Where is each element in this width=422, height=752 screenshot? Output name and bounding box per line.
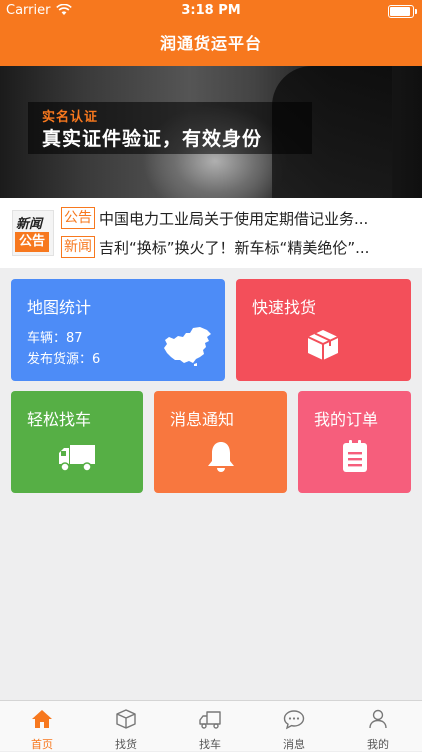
box-icon xyxy=(116,709,136,729)
banner-carousel[interactable]: 实名认证 真实证件验证，有效身份 xyxy=(0,66,422,198)
navigation-bar: 润通货运平台 xyxy=(0,22,422,66)
truck-icon xyxy=(199,711,221,729)
news-logo-line2: 公告 xyxy=(15,232,49,252)
tab-find-vehicle[interactable]: 找车 xyxy=(168,701,252,751)
truck-icon xyxy=(59,445,95,472)
tab-mine[interactable]: 我的 xyxy=(336,701,420,751)
map-statistics-tile[interactable]: 地图统计 车辆：87 发布货源：6 xyxy=(11,279,225,381)
bell-icon xyxy=(208,442,234,472)
news-tag: 新闻 xyxy=(61,236,95,258)
banner-big-text: 真实证件验证，有效身份 xyxy=(42,128,263,150)
goods-count: 发布货源：6 xyxy=(27,352,101,367)
message-notice-tile[interactable]: 消息通知 xyxy=(154,391,287,493)
news-tag: 公告 xyxy=(61,207,95,229)
find-vehicle-tile[interactable]: 轻松找车 xyxy=(11,391,143,493)
china-map-icon xyxy=(164,327,211,366)
banner-small-text: 实名认证 xyxy=(42,110,99,125)
status-bar: Carrier 3:18 PM xyxy=(0,0,422,22)
home-icon xyxy=(32,710,52,728)
box-icon xyxy=(307,330,339,360)
news-headline: 吉利“换标”换火了！新车标“精美绝伦”... xyxy=(99,238,370,257)
news-logo: 新闻 公告 xyxy=(12,210,54,256)
battery-icon xyxy=(388,5,417,18)
news-logo-line1: 新闻 xyxy=(16,217,43,232)
my-orders-title: 我的订单 xyxy=(314,410,379,429)
page-title: 润通货运平台 xyxy=(159,34,262,53)
status-time: 3:18 PM xyxy=(181,3,241,18)
tab-messages[interactable]: 消息 xyxy=(252,701,336,751)
clipboard-icon xyxy=(343,440,367,472)
tab-home[interactable]: 首页 xyxy=(0,701,84,751)
find-vehicle-title: 轻松找车 xyxy=(27,410,92,429)
map-statistics-title: 地图统计 xyxy=(27,298,92,317)
find-goods-title: 快速找货 xyxy=(252,298,317,317)
vehicle-count: 车辆：87 xyxy=(27,331,83,346)
message-icon xyxy=(283,710,305,730)
find-goods-tile[interactable]: 快速找货 xyxy=(236,279,411,381)
news-ticker: 新闻 公告 公告 中国电力工业局关于使用定期借记业务... 新闻 吉利“换标”换火了… xyxy=(0,198,422,268)
tab-find-goods[interactable]: 找货 xyxy=(84,701,168,751)
news-headline: 中国电力工业局关于使用定期借记业务... xyxy=(99,209,369,228)
tab-bar: 首页 找货 找车 消息 我的 xyxy=(0,700,422,751)
message-notice-title: 消息通知 xyxy=(170,410,235,429)
user-icon xyxy=(369,709,387,729)
my-orders-tile[interactable]: 我的订单 xyxy=(298,391,411,493)
news-item[interactable]: 新闻 吉利“换标”换火了！新车标“精美绝伦”... xyxy=(61,236,417,260)
news-item[interactable]: 公告 中国电力工业局关于使用定期借记业务... xyxy=(61,207,417,231)
